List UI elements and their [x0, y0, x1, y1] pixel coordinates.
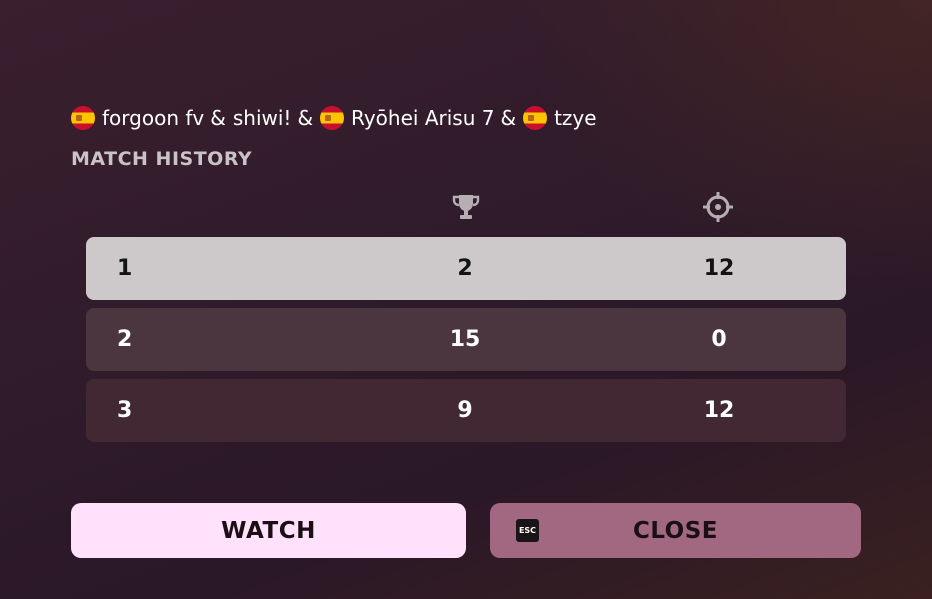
row-eliminations: 12: [703, 256, 735, 281]
spain-flag-icon: [71, 106, 95, 130]
table-row[interactable]: 3 9 12: [86, 379, 846, 442]
crosshair-icon: [701, 190, 735, 224]
separator: &: [210, 106, 226, 130]
match-history-title: MATCH HISTORY: [71, 148, 253, 170]
watch-button[interactable]: WATCH: [71, 503, 466, 558]
row-score: 15: [449, 327, 481, 352]
trophy-icon: [449, 190, 483, 224]
watch-button-label: WATCH: [221, 517, 316, 544]
close-button[interactable]: ESC CLOSE: [490, 503, 861, 558]
row-rank: 1: [117, 256, 133, 281]
row-eliminations: 12: [703, 398, 735, 423]
row-eliminations: 0: [711, 327, 727, 352]
spain-flag-icon: [523, 106, 548, 130]
table-row[interactable]: 2 15 0: [86, 308, 846, 371]
esc-key-icon: ESC: [516, 519, 539, 542]
row-rank: 2: [117, 327, 133, 352]
team-players: forgoon fv & shiwi! & Ryōhei Arisu 7 & t…: [71, 104, 603, 132]
spain-flag-icon: [320, 106, 345, 130]
separator: &: [500, 106, 517, 130]
player-name: tzye: [554, 106, 597, 130]
player-name: shiwi!: [232, 106, 292, 130]
row-score: 9: [457, 398, 473, 423]
table-row[interactable]: 1 2 12: [86, 237, 846, 300]
separator: &: [297, 106, 314, 130]
row-score: 2: [457, 256, 473, 281]
close-button-label: CLOSE: [632, 517, 719, 544]
player-name: Ryōhei Arisu 7: [351, 106, 495, 130]
player-name: forgoon fv: [102, 106, 205, 130]
row-rank: 3: [117, 398, 133, 423]
